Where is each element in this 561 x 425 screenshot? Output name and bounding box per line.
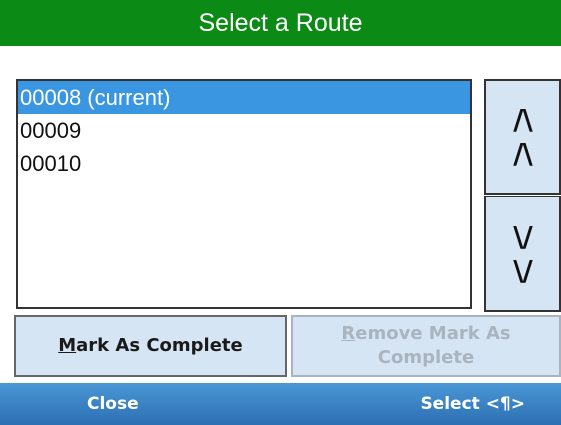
scroll-up-button[interactable]: /\ /\	[484, 79, 561, 195]
page-title: Select a Route	[198, 8, 363, 37]
chevron-down-icon: \/	[513, 219, 532, 253]
select-softkey[interactable]: Select <¶>	[420, 394, 525, 414]
remove-mark-as-complete-button[interactable]: Remove Mark As Complete	[291, 315, 561, 377]
chevron-down-icon: \/	[513, 253, 532, 287]
label-text: emove Mark As	[355, 323, 511, 344]
mark-as-complete-label: Mark As Complete	[58, 334, 243, 358]
route-item-00010[interactable]: 00010	[18, 147, 470, 180]
label-text: ark As Complete	[76, 335, 243, 356]
mnemonic-letter: M	[58, 335, 77, 356]
route-item-00008[interactable]: 00008 (current)	[18, 81, 470, 114]
double-chevron-down-icon: \/ \/	[513, 219, 532, 288]
mnemonic-letter: R	[341, 323, 356, 344]
close-softkey[interactable]: Close	[87, 394, 139, 414]
scroll-down-button[interactable]: \/ \/	[484, 196, 561, 312]
chevron-up-icon: /\	[513, 137, 532, 170]
softkey-bar: Close Select <¶>	[0, 383, 561, 425]
double-chevron-up-icon: /\ /\	[513, 103, 532, 171]
title-bar: Select a Route	[0, 0, 561, 46]
remove-mark-label: Remove Mark As Complete	[341, 322, 510, 370]
route-list[interactable]: 00008 (current) 00009 00010	[16, 79, 472, 309]
label-text-line2: Complete	[377, 347, 475, 368]
mark-as-complete-button[interactable]: Mark As Complete	[14, 315, 287, 377]
chevron-up-icon: /\	[513, 103, 532, 136]
route-item-00009[interactable]: 00009	[18, 114, 470, 147]
